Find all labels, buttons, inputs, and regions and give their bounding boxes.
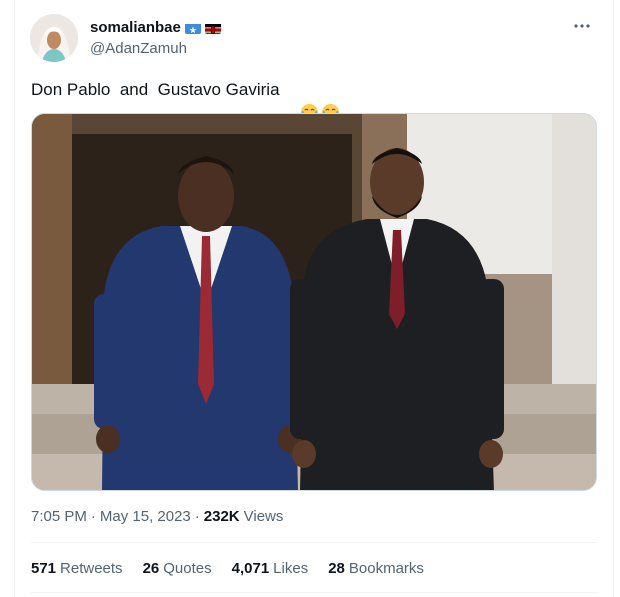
stat-label: Retweets [60,560,123,577]
tweet-header: somalianbae @AdanZamuh [30,14,600,64]
stat-label: Quotes [163,560,212,577]
tweet-photo[interactable] [31,113,597,491]
meta-separator: · [194,508,200,525]
views-label: Views [243,508,284,525]
laughing-tears-emoji-icon [282,81,319,121]
stat-label: Likes [273,560,309,577]
divider [31,542,597,543]
tweet-text: Don Pablo and Gustavo Gaviria [31,79,340,121]
tweet-body: Don Pablo and Gustavo Gaviria [31,80,280,99]
bookmarks-stat[interactable]: 28 Bookmarks [328,559,424,579]
kenya-flag-icon [204,22,221,34]
retweets-stat[interactable]: 571 Retweets [31,559,123,579]
more-options-icon[interactable] [570,14,594,38]
views-count: 232K [203,508,240,525]
laughing-tears-emoji-icon [303,81,340,121]
tweet-meta: 7:05 PM · May 15, 2023 · 232K Views [31,507,283,527]
somalia-flag-icon [184,22,201,34]
avatar[interactable] [30,14,78,62]
stat-count: 26 [142,560,160,577]
photo-two-men-in-suits [32,114,596,490]
tweet-stats: 571 Retweets 26 Quotes 4,071 Likes 28 Bo… [31,559,424,579]
author-names: somalianbae @AdanZamuh [90,18,221,59]
stat-label: Bookmarks [348,560,424,577]
display-name-row[interactable]: somalianbae [90,18,221,38]
meta-separator: · [90,508,96,525]
tweet-time[interactable]: 7:05 PM [31,507,87,527]
divider [31,592,597,593]
likes-stat[interactable]: 4,071 Likes [232,559,309,579]
display-name[interactable]: somalianbae [90,18,181,38]
stat-count: 571 [31,560,57,577]
stat-count: 28 [328,560,345,577]
quotes-stat[interactable]: 26 Quotes [143,559,212,579]
user-handle[interactable]: @AdanZamuh [90,39,221,59]
avatar-image [30,14,78,62]
tweet-date[interactable]: May 15, 2023 [100,507,191,527]
stat-count: 4,071 [231,560,270,577]
